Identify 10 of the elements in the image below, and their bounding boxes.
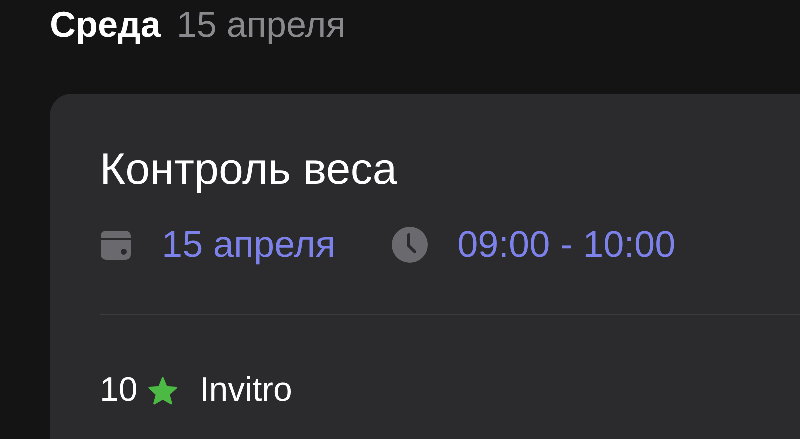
weekday-heading: Среда bbox=[50, 4, 161, 46]
clock-icon bbox=[392, 227, 428, 263]
star-icon bbox=[148, 376, 178, 404]
event-card[interactable]: Контроль веса 15 апреля 09:00 - 10:00 10 Invitro bbox=[50, 94, 800, 439]
event-title: Контроль веса bbox=[100, 144, 398, 196]
event-time: 09:00 - 10:00 bbox=[458, 224, 676, 266]
rating-value: 10 bbox=[100, 371, 138, 410]
event-date: 15 апреля bbox=[162, 224, 336, 266]
date-heading: 15 апреля bbox=[176, 4, 346, 46]
provider-name: Invitro bbox=[200, 371, 292, 410]
